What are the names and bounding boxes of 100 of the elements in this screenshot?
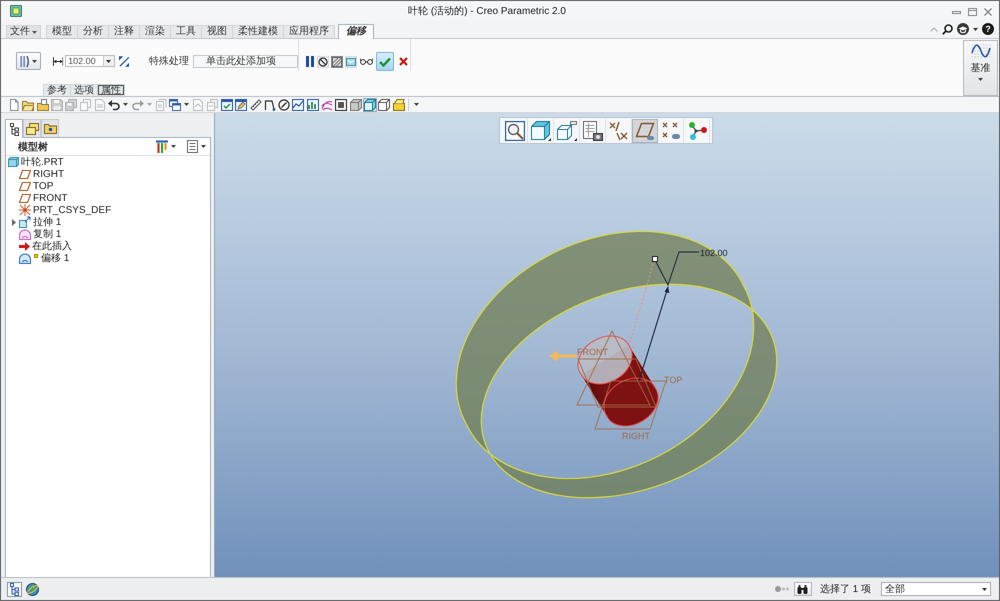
panel-tab[interactable]: 参考 bbox=[43, 84, 71, 96]
list-icon[interactable] bbox=[187, 140, 198, 153]
nodes-icon[interactable] bbox=[686, 120, 706, 140]
folder-document-icon[interactable] bbox=[36, 98, 49, 110]
expand-arrow-icon[interactable] bbox=[12, 218, 16, 226]
close-icon[interactable] bbox=[984, 8, 992, 16]
navigator-tab[interactable] bbox=[5, 119, 23, 138]
binoculars-icon[interactable] bbox=[797, 584, 808, 594]
leader-line bbox=[656, 252, 700, 286]
cube-outline-icon[interactable] bbox=[556, 120, 576, 140]
file-menu-tab[interactable]: 文件 bbox=[6, 25, 41, 38]
ribbon-tab[interactable]: 注释 bbox=[108, 25, 140, 38]
drag-handle[interactable] bbox=[652, 256, 658, 262]
folder-icon[interactable] bbox=[22, 98, 34, 110]
layers-icon[interactable] bbox=[26, 122, 38, 134]
tree-icon[interactable] bbox=[10, 582, 19, 596]
arrow-icon bbox=[19, 242, 30, 250]
axis-lines-icon[interactable] bbox=[608, 120, 628, 140]
sine-wave-icon[interactable] bbox=[970, 44, 990, 58]
tree-item[interactable]: PRT_CSYS_DEF bbox=[33, 204, 112, 216]
checkmark-icon[interactable] bbox=[379, 56, 391, 66]
caret-icon[interactable] bbox=[184, 103, 190, 106]
caret-icon[interactable] bbox=[32, 30, 37, 34]
box-icon[interactable] bbox=[335, 98, 348, 110]
cube-icon[interactable] bbox=[530, 120, 550, 140]
document-icon[interactable] bbox=[8, 98, 20, 110]
windows-icon[interactable] bbox=[169, 98, 182, 110]
chart-icon[interactable] bbox=[306, 98, 319, 110]
maximize-icon[interactable] bbox=[968, 8, 977, 16]
caret-icon[interactable] bbox=[973, 28, 978, 30]
sketch-icon[interactable] bbox=[264, 98, 276, 110]
selection-filter-dropdown[interactable]: 全部 bbox=[881, 582, 991, 596]
undo-icon[interactable] bbox=[108, 98, 120, 110]
tree-item[interactable]: 叶轮.PRT bbox=[21, 155, 64, 169]
caret-icon[interactable] bbox=[171, 145, 176, 148]
ribbon-tab[interactable]: 视图 bbox=[201, 25, 233, 38]
ribbon-tab[interactable]: 柔性建模 bbox=[232, 25, 284, 38]
tree-item[interactable]: FRONT bbox=[33, 192, 68, 204]
coordinate-system-icon bbox=[19, 204, 31, 216]
tree-item[interactable]: 偏移 1 bbox=[41, 251, 70, 265]
navigator-tab[interactable] bbox=[41, 119, 59, 137]
curves-icon[interactable] bbox=[321, 98, 334, 110]
dots-icon bbox=[774, 586, 789, 592]
navigator-tab[interactable] bbox=[23, 119, 41, 137]
ribbon-tab[interactable]: 渲染 bbox=[139, 25, 171, 38]
caret-icon[interactable] bbox=[123, 103, 128, 106]
ribbon-tab[interactable]: 分析 bbox=[77, 25, 109, 38]
graph-icon[interactable] bbox=[292, 98, 304, 110]
graduation-cap-icon[interactable] bbox=[957, 23, 969, 35]
ribbon-tab[interactable]: 应用程序 bbox=[283, 25, 335, 38]
ribbon-tab[interactable]: 模型 bbox=[46, 25, 78, 38]
app-icon bbox=[10, 4, 22, 16]
part-icon bbox=[8, 157, 19, 167]
points-icon[interactable] bbox=[660, 120, 680, 140]
plane-icon bbox=[19, 170, 31, 178]
help-button[interactable]: ? bbox=[982, 23, 994, 35]
tree-item[interactable]: RIGHT bbox=[33, 168, 64, 180]
datum-label: RIGHT bbox=[622, 431, 650, 441]
caret-icon[interactable] bbox=[201, 145, 206, 148]
ruler-icon[interactable] bbox=[250, 98, 262, 110]
tree-icon[interactable] bbox=[10, 122, 18, 136]
parallel-surfaces-icon[interactable] bbox=[20, 54, 30, 68]
tree-item[interactable]: 复制 1 bbox=[33, 227, 62, 241]
cancel-icon[interactable] bbox=[399, 57, 408, 66]
panel-toggle[interactable] bbox=[7, 582, 22, 596]
datum-button[interactable]: 基准 bbox=[963, 40, 998, 96]
dome-icon bbox=[19, 252, 31, 264]
panel-tab[interactable]: 选项 bbox=[70, 84, 98, 96]
tree-item[interactable]: 在此插入 bbox=[32, 239, 72, 253]
folder-icon[interactable] bbox=[44, 123, 56, 134]
window-title: 叶轮 (活动的) - Creo Parametric 2.0 bbox=[407, 4, 567, 18]
distance-icon bbox=[52, 56, 64, 66]
box-pencil-icon[interactable] bbox=[235, 98, 248, 110]
selection-count: 选择了 1 项 bbox=[820, 582, 871, 596]
circle-slash-icon[interactable] bbox=[278, 98, 290, 110]
collector-field[interactable]: 单击此处添加项 bbox=[193, 54, 298, 68]
caret-icon[interactable] bbox=[982, 588, 987, 590]
caret-icon[interactable] bbox=[414, 103, 419, 106]
caret-icon[interactable] bbox=[106, 60, 112, 62]
offset-type-button[interactable] bbox=[16, 52, 41, 70]
tree-item[interactable]: TOP bbox=[33, 180, 54, 192]
ribbon-tab[interactable]: 偏移 bbox=[338, 24, 374, 39]
datum-label: TOP bbox=[664, 375, 682, 385]
tree-item[interactable]: 拉伸 1 bbox=[33, 215, 62, 229]
caret-icon[interactable] bbox=[978, 78, 983, 81]
search-icon[interactable] bbox=[942, 24, 953, 34]
panel-title: 模型树 bbox=[18, 140, 48, 154]
pause-icon[interactable] bbox=[306, 56, 314, 67]
ribbon-tab[interactable]: 工具 bbox=[170, 25, 202, 38]
package-icon[interactable] bbox=[392, 98, 405, 110]
minimize-icon[interactable] bbox=[952, 10, 961, 14]
find-button[interactable] bbox=[794, 582, 812, 596]
flip-arrows-icon[interactable] bbox=[118, 56, 130, 66]
sheet-camera-icon[interactable] bbox=[582, 120, 602, 140]
box-check-icon[interactable] bbox=[221, 98, 233, 110]
glasses-icon[interactable] bbox=[360, 58, 373, 65]
magnifier-icon[interactable] bbox=[504, 120, 524, 140]
tools-icon[interactable] bbox=[156, 140, 168, 153]
distance-field[interactable]: 102.00 bbox=[65, 55, 115, 67]
caret-icon[interactable] bbox=[32, 60, 37, 62]
